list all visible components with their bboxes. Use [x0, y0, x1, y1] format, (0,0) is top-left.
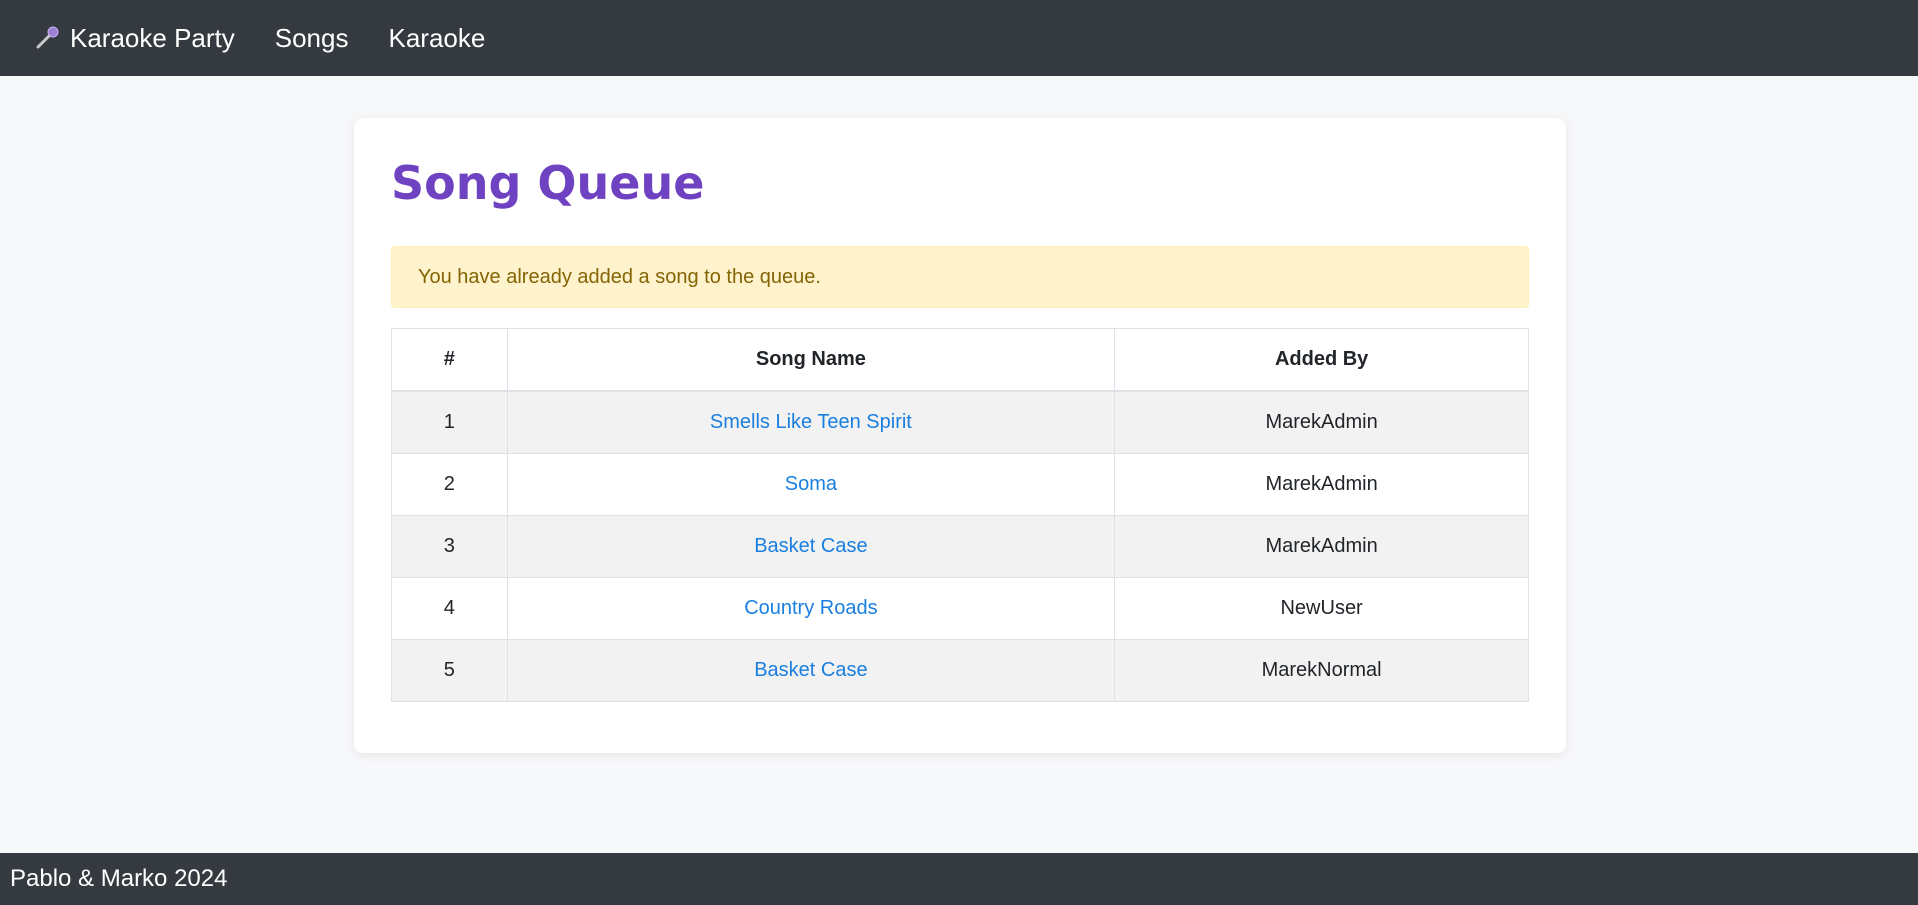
song-queue-table: # Song Name Added By 1 Smells Like Teen …	[391, 328, 1529, 702]
nav-link-songs[interactable]: Songs	[275, 23, 349, 54]
row-number: 1	[391, 390, 508, 454]
page-title: Song Queue	[391, 156, 705, 210]
song-queue-card: Song Queue You have already added a song…	[354, 118, 1566, 753]
footer: Pablo & Marko 2024	[0, 853, 1918, 905]
song-cell: Basket Case	[506, 639, 1116, 702]
header-added-by: Added By	[1114, 328, 1529, 392]
row-number: 5	[391, 639, 508, 702]
song-cell: Smells Like Teen Spirit	[506, 390, 1116, 454]
table-row: 5 Basket Case MarekNormal	[391, 639, 1529, 702]
song-link[interactable]: Smells Like Teen Spirit	[710, 411, 912, 433]
row-number: 4	[391, 577, 508, 640]
song-cell: Country Roads	[506, 577, 1116, 640]
nav-link-karaoke[interactable]: Karaoke	[388, 23, 485, 54]
song-link[interactable]: Country Roads	[744, 597, 877, 619]
table-header-row: # Song Name Added By	[391, 328, 1529, 392]
header-number: #	[391, 328, 508, 392]
added-by-cell: MarekAdmin	[1114, 453, 1529, 516]
row-number: 3	[391, 515, 508, 578]
table-row: 3 Basket Case MarekAdmin	[391, 515, 1529, 578]
brand-label: Karaoke Party	[70, 22, 235, 53]
song-link[interactable]: Basket Case	[754, 659, 867, 681]
song-cell: Basket Case	[506, 515, 1116, 578]
added-by-cell: MarekAdmin	[1114, 390, 1529, 454]
brand-link[interactable]: Karaoke Party	[34, 23, 235, 54]
navbar: Karaoke Party Songs Karaoke	[0, 0, 1918, 76]
table-row: 1 Smells Like Teen Spirit MarekAdmin	[391, 390, 1529, 454]
song-link[interactable]: Soma	[785, 473, 837, 495]
footer-text: Pablo & Marko 2024	[10, 865, 228, 892]
song-link[interactable]: Basket Case	[754, 535, 867, 557]
added-by-cell: MarekNormal	[1114, 639, 1529, 702]
table-row: 4 Country Roads NewUser	[391, 577, 1529, 640]
microphone-icon	[34, 25, 60, 51]
row-number: 2	[391, 453, 508, 516]
header-song-name: Song Name	[506, 328, 1116, 392]
table-row: 2 Soma MarekAdmin	[391, 453, 1529, 516]
song-cell: Soma	[506, 453, 1116, 516]
added-by-cell: NewUser	[1114, 577, 1529, 640]
added-by-cell: MarekAdmin	[1114, 515, 1529, 578]
warning-alert: You have already added a song to the que…	[391, 246, 1529, 308]
